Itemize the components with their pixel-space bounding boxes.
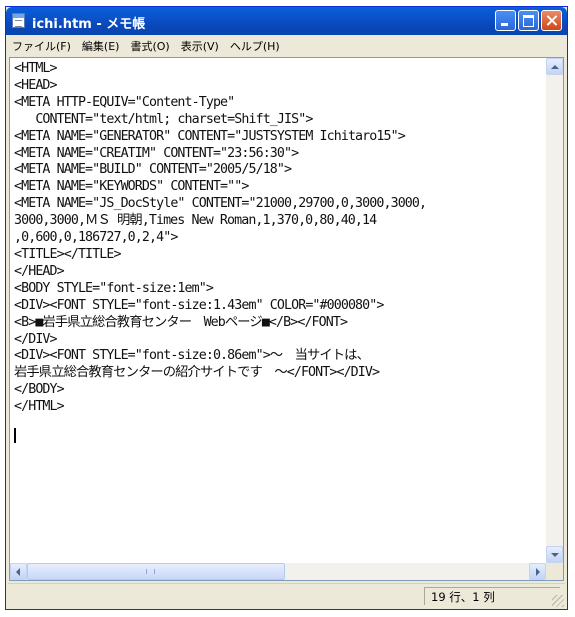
text-line: <HEAD> — [14, 77, 58, 93]
text-line: <DIV><FONT STYLE="font-size:1.43em" COLO… — [14, 297, 384, 313]
title-bar[interactable]: ichi.htm - メモ帳 — [6, 7, 567, 35]
text-line: <HTML> — [14, 61, 58, 76]
text-line: <TITLE></TITLE> — [14, 246, 121, 262]
text-line: <BODY STYLE="font-size:1em"> — [14, 280, 214, 296]
text-line: <B>■岩手県立総合教育センター Webページ■</B></FONT> — [14, 314, 348, 330]
text-line: <META NAME="GENERATOR" CONTENT="JUSTSYST… — [14, 128, 406, 144]
close-button[interactable] — [541, 10, 562, 31]
horizontal-scroll-thumb[interactable] — [27, 563, 285, 580]
vertical-scrollbar[interactable] — [546, 58, 563, 563]
window-title: ichi.htm - メモ帳 — [32, 17, 146, 32]
text-line: 岩手県立総合教育センターの紹介サイトです ～</FONT></DIV> — [14, 365, 380, 381]
text-content[interactable]: <HTML> <HEAD> <META HTTP-EQUIV="Content-Ty… — [11, 59, 546, 563]
minimize-button[interactable] — [495, 10, 516, 31]
text-line: <META HTTP-EQUIV="Content-Type" — [14, 94, 235, 110]
menu-help[interactable]: ヘルプ(H) — [226, 38, 287, 54]
text-line: </HEAD> — [14, 263, 65, 279]
text-line: ,0,600,0,186727,0,2,4"> — [14, 230, 178, 246]
text-line: 3000,3000,ＭＳ 明朝,Times New Roman,1,370,0,… — [14, 213, 377, 229]
scroll-right-icon[interactable] — [529, 563, 546, 580]
notepad-window: ichi.htm - メモ帳 ファイル(F) 編集(E) 書式(O) 表示(V)… — [5, 6, 568, 610]
text-cursor — [14, 428, 16, 443]
menu-format[interactable]: 書式(O) — [126, 38, 176, 54]
text-line: <META NAME="KEYWORDS" CONTENT=""> — [14, 179, 249, 195]
scroll-up-icon[interactable] — [546, 58, 563, 75]
text-editor[interactable]: <HTML> <HEAD> <META HTTP-EQUIV="Content-Ty… — [9, 57, 564, 581]
menu-bar: ファイル(F) 編集(E) 書式(O) 表示(V) ヘルプ(H) — [8, 35, 565, 56]
status-cell: 19 行、1 列 — [424, 587, 560, 605]
menu-view[interactable]: 表示(V) — [177, 38, 226, 54]
scroll-left-icon[interactable] — [10, 563, 27, 580]
horizontal-scrollbar[interactable] — [10, 563, 546, 580]
text-line: CONTENT="text/html; charset=Shift_JIS"> — [14, 111, 313, 127]
text-line: <META NAME="CREATIM" CONTENT="23:56:30"> — [14, 145, 299, 161]
status-bar: 19 行、1 列 — [8, 583, 565, 608]
maximize-button[interactable] — [518, 10, 539, 31]
text-line: </HTML> — [14, 399, 65, 415]
notepad-icon[interactable] — [12, 13, 25, 28]
scrollbar-corner — [546, 563, 563, 580]
resize-grip-icon[interactable] — [552, 595, 564, 607]
scroll-down-icon[interactable] — [546, 546, 563, 563]
text-line: <META NAME="BUILD" CONTENT="2005/5/18"> — [14, 162, 292, 178]
cursor-position: 19 行、1 列 — [431, 590, 495, 604]
text-line: <META NAME="JS_DocStyle" CONTENT="21000,… — [14, 196, 427, 212]
text-line: </DIV> — [14, 331, 58, 347]
text-line: <DIV><FONT STYLE="font-size:0.86em">～ 当サ… — [14, 348, 370, 364]
text-line: </BODY> — [14, 382, 65, 398]
menu-edit[interactable]: 編集(E) — [78, 38, 127, 54]
menu-file[interactable]: ファイル(F) — [8, 38, 78, 54]
